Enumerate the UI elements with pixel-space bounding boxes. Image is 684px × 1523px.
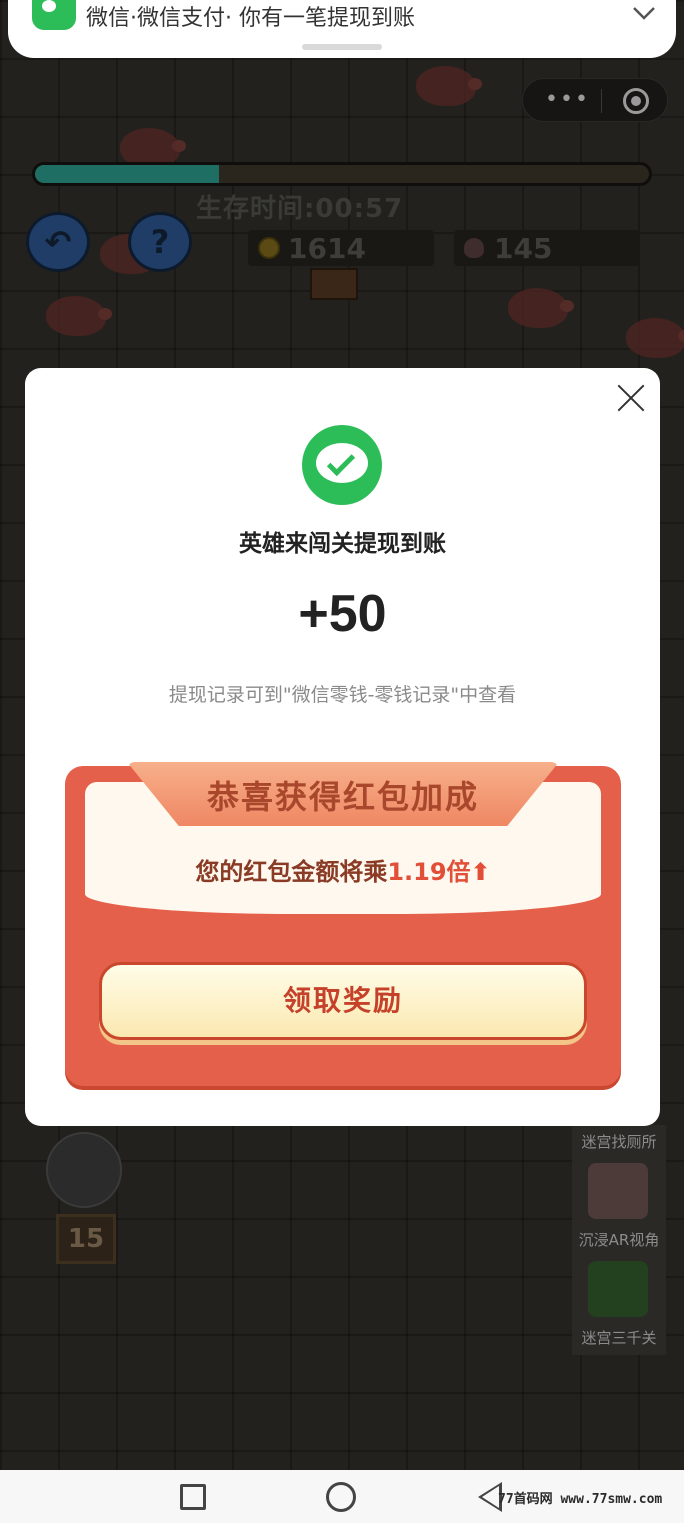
withdraw-hint: 提现记录可到"微信零钱-零钱记录"中查看 <box>168 684 517 706</box>
pig-enemy <box>626 318 684 358</box>
notification-drag-handle[interactable] <box>302 44 382 50</box>
pig-enemy <box>416 66 482 106</box>
capsule-divider <box>601 89 602 113</box>
weapon-count: 15 <box>56 1214 116 1264</box>
recommend-item-label[interactable]: 沉浸AR视角 <box>572 1229 666 1250</box>
kill-counter: 145 <box>454 230 640 266</box>
recommend-thumbnail[interactable] <box>588 1163 648 1219</box>
site-watermark: 77首码网 www.77smw.com <box>498 1492 663 1507</box>
pause-help-button[interactable]: ? <box>128 212 192 272</box>
miniprogram-capsule: ••• <box>522 78 668 122</box>
survival-progress-fill <box>35 165 220 183</box>
skull-icon <box>464 238 484 258</box>
home-icon[interactable] <box>326 1482 356 1512</box>
chevron-down-icon[interactable] <box>632 2 655 24</box>
wechat-pay-logo <box>302 425 382 505</box>
recommend-strip: 迷宫找厕所 沉浸AR视角 迷宫三千关 <box>572 1125 666 1355</box>
more-dots-icon[interactable]: ••• <box>545 87 590 112</box>
weapon-slot[interactable] <box>46 1132 122 1208</box>
back-button[interactable]: ↶ <box>26 212 90 272</box>
notification-banner[interactable]: 微信·微信支付· 你有一笔提现到账 <box>8 0 676 58</box>
withdraw-success-dialog: 英雄来闯关提现到账 +50 提现记录可到"微信零钱-零钱记录"中查看 恭喜获得红… <box>25 368 660 1126</box>
coin-count: 1614 <box>288 231 366 265</box>
question-pause-icon: ? <box>150 223 170 261</box>
pig-enemy <box>508 288 574 328</box>
notification-text: 微信·微信支付· 你有一笔提现到账 <box>86 6 415 31</box>
withdraw-amount: +50 <box>298 585 387 643</box>
bonus-multiplier: 1.19倍 <box>387 858 471 886</box>
recommend-item-label[interactable]: 迷宫三千关 <box>572 1327 666 1348</box>
treasure-chest <box>310 268 358 300</box>
recommend-item-label[interactable]: 迷宫找厕所 <box>572 1131 666 1152</box>
close-icon[interactable] <box>616 382 646 412</box>
survive-time-label: 生存时间:00:57 <box>196 194 404 224</box>
recommend-thumbnail[interactable] <box>588 1261 648 1317</box>
dialog-title: 英雄来闯关提现到账 <box>239 531 446 557</box>
coin-icon <box>258 237 280 259</box>
bonus-title: 恭喜获得红包加成 <box>206 778 479 816</box>
system-nav-bar: 77首码网 www.77smw.com <box>0 1470 684 1523</box>
undo-arrow-icon: ↶ <box>44 223 72 261</box>
red-packet-bonus-card: 恭喜获得红包加成 您的红包金额将乘1.19倍⬆ 领取奖励 <box>65 762 621 1086</box>
close-target-icon[interactable] <box>623 88 649 114</box>
recent-apps-icon[interactable] <box>180 1484 206 1510</box>
survival-progress-bar <box>32 162 652 186</box>
coin-counter: 1614 <box>248 230 434 266</box>
claim-reward-button[interactable]: 领取奖励 <box>99 962 587 1040</box>
bonus-description: 您的红包金额将乘1.19倍⬆ <box>85 852 601 887</box>
pig-enemy <box>46 296 112 336</box>
bonus-desc-prefix: 您的红包金额将乘 <box>195 858 388 886</box>
arrow-up-icon: ⬆ <box>470 858 491 886</box>
wechat-icon <box>32 0 76 30</box>
kill-count: 145 <box>494 231 553 265</box>
